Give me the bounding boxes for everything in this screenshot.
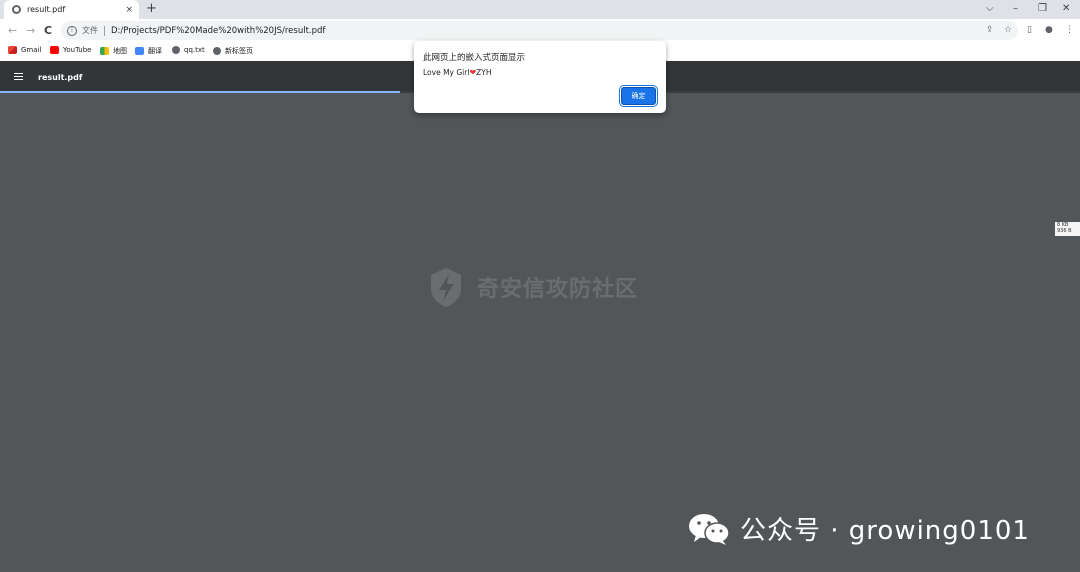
maps-icon	[100, 47, 109, 55]
file-scheme-label: 文件	[82, 26, 98, 35]
forward-button[interactable]: →	[26, 24, 35, 37]
dialog-message-text: Love My Girl	[423, 68, 470, 77]
watermark-text: 奇安信攻防社区	[477, 277, 639, 302]
document-title: result.pdf	[38, 73, 83, 82]
globe-icon	[213, 47, 221, 55]
bookmark-new-tab[interactable]: 新标签页	[213, 46, 253, 56]
close-window-button[interactable]: ✕	[1062, 3, 1070, 15]
tab-strip	[0, 0, 1080, 19]
browser-menu-icon[interactable]: ⋮	[1065, 25, 1074, 36]
dialog-message: Love My Girl❤ZYH	[423, 68, 492, 77]
ok-button[interactable]: 确定	[621, 87, 656, 105]
url-text[interactable]: D:/Projects/PDF%20Made%20with%20JS/resul…	[111, 26, 325, 36]
bookmark-gmail[interactable]: Gmail	[8, 46, 41, 54]
globe-icon	[172, 46, 180, 54]
youtube-icon	[50, 46, 59, 54]
alert-dialog: 此网页上的嵌入式页面显示 Love My Girl❤ZYH 确定	[414, 41, 666, 113]
restore-button[interactable]: ❐	[1038, 3, 1047, 15]
info-icon[interactable]: i	[67, 25, 77, 36]
bookmark-youtube[interactable]: YouTube	[50, 46, 91, 54]
wechat-icon	[689, 513, 730, 545]
bookmark-label: 翻译	[148, 47, 162, 55]
menu-icon[interactable]	[14, 73, 23, 80]
wechat-watermark: 公众号 · growing0101	[688, 510, 1030, 547]
bookmark-label: 新标签页	[225, 47, 253, 55]
dialog-message-suffix: ZYH	[476, 68, 492, 77]
network-speed-badge: 8 KB 936 B	[1055, 222, 1080, 236]
back-button[interactable]: ←	[8, 24, 17, 37]
wechat-account-text: 公众号 · growing0101	[740, 516, 1030, 546]
side-panel-icon[interactable]: ▯	[1027, 25, 1032, 36]
bookmark-qq-txt[interactable]: qq.txt	[172, 46, 205, 54]
share-icon[interactable]: ⇪	[986, 25, 994, 36]
new-tab-button[interactable]: +	[146, 2, 157, 16]
reload-button[interactable]: C	[44, 24, 52, 37]
address-bar[interactable]: i 文件 D:/Projects/PDF%20Made%20with%20JS/…	[61, 21, 1018, 40]
bookmark-translate[interactable]: 翻译	[135, 46, 162, 56]
loading-progress-fill	[0, 91, 400, 93]
bookmark-label: Gmail	[21, 46, 42, 54]
shield-logo-icon	[431, 268, 461, 307]
minimize-button[interactable]: –	[1013, 3, 1018, 15]
tab-result-pdf[interactable]: result.pdf ×	[4, 0, 139, 19]
bookmark-label: 地图	[113, 47, 127, 55]
tab-title: result.pdf	[27, 5, 66, 14]
dialog-title: 此网页上的嵌入式页面显示	[423, 53, 526, 63]
profile-avatar[interactable]: ●	[1045, 25, 1053, 36]
bookmark-label: qq.txt	[184, 46, 205, 54]
bookmark-maps[interactable]: 地图	[100, 46, 127, 56]
bookmark-label: YouTube	[63, 46, 92, 54]
gmail-icon	[8, 46, 17, 54]
watermark: 奇安信攻防社区	[427, 266, 638, 308]
omnibox-divider	[104, 25, 105, 36]
bookmark-star-icon[interactable]: ☆	[1004, 25, 1012, 36]
globe-icon	[12, 5, 21, 14]
download-speed: 936 B	[1057, 228, 1072, 234]
tab-close-icon[interactable]: ×	[125, 5, 133, 15]
translate-icon	[135, 47, 144, 55]
tab-search-icon[interactable]: ⌵	[986, 3, 994, 15]
